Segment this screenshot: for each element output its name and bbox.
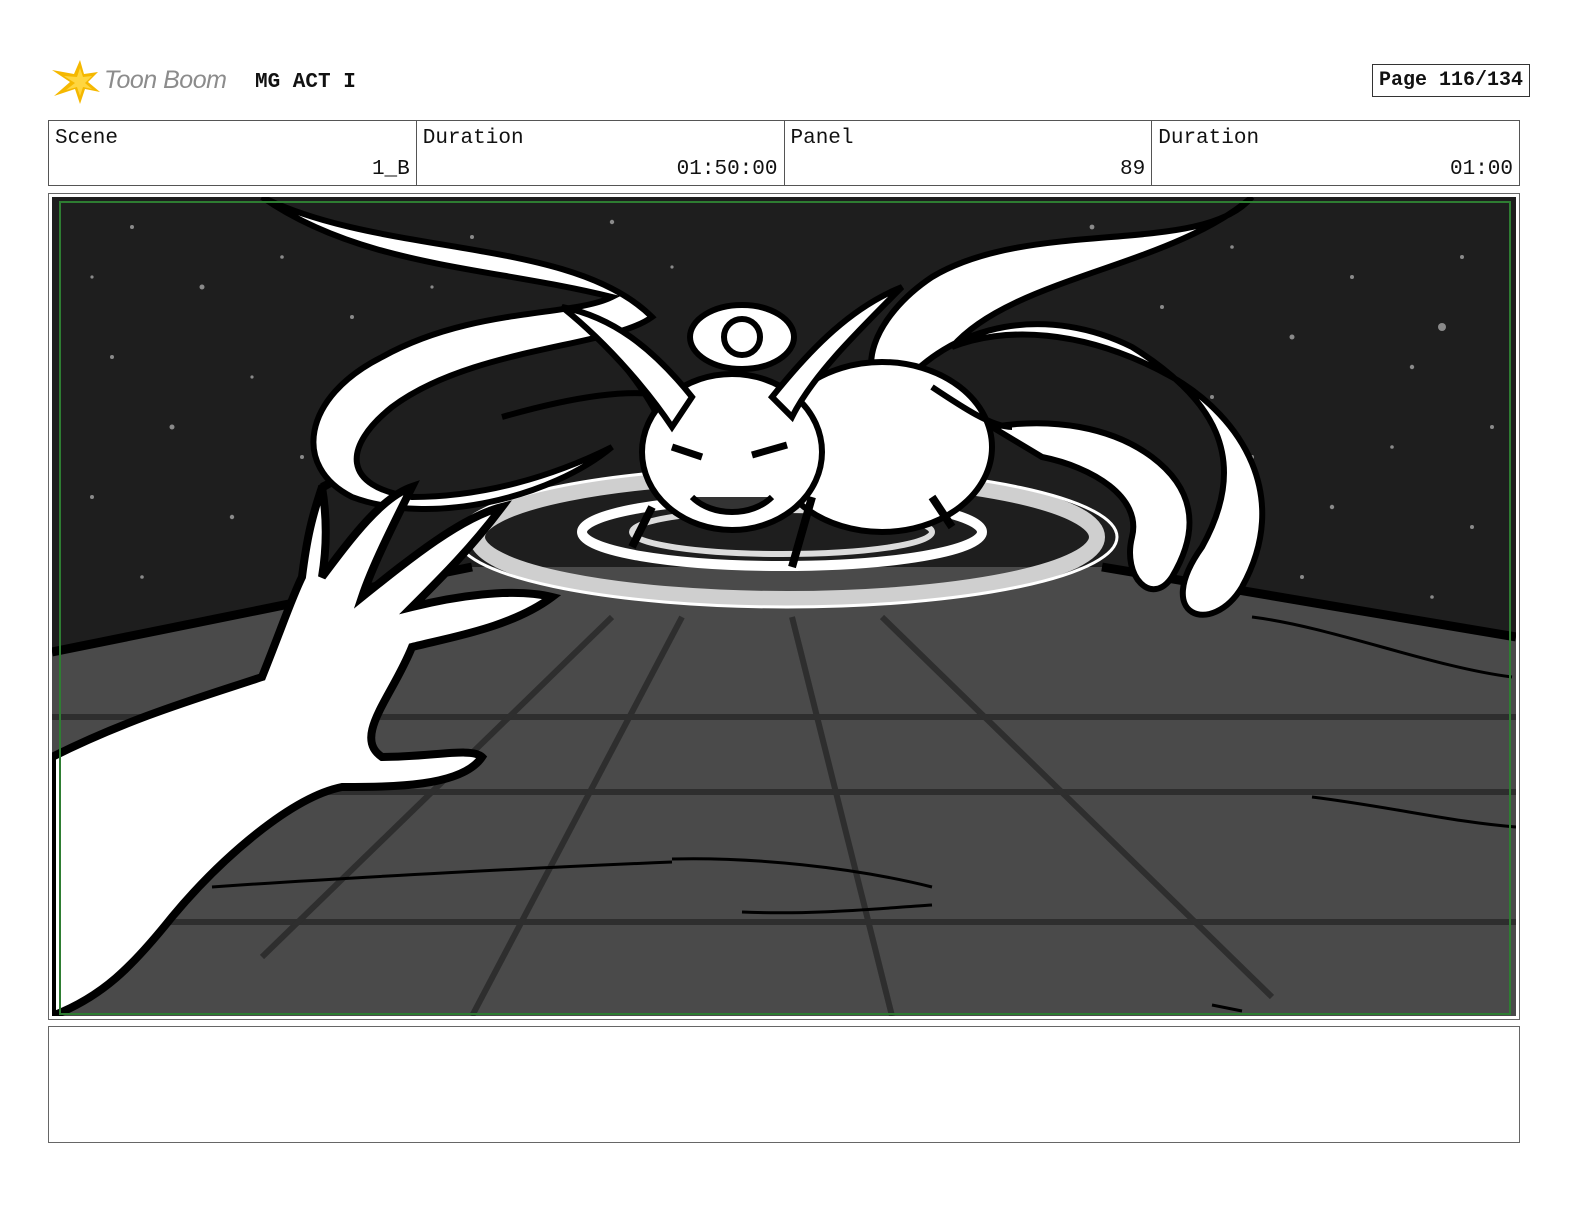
page-number-box: Page 116/134: [1371, 64, 1530, 97]
project-title: MG ACT I: [255, 71, 356, 94]
panel-duration-cell: Duration 01:00: [1152, 121, 1519, 185]
toon-boom-star-icon: [52, 60, 100, 104]
scene-label: Scene: [55, 127, 119, 150]
scene-info-table: Scene 1_B Duration 01:50:00 Panel 89 Dur…: [48, 120, 1520, 186]
logo-wordmark: Toon Boom: [104, 66, 227, 94]
scene-cell: Scene 1_B: [49, 121, 417, 185]
scene-duration-value: 01:50:00: [676, 158, 778, 181]
panel-notes-box: [48, 1026, 1520, 1143]
scene-duration-cell: Duration 01:50:00: [417, 121, 785, 185]
panel-duration-value: 01:00: [1449, 158, 1513, 181]
page-number: Page 116/134: [1378, 69, 1523, 92]
panel-label: Panel: [790, 127, 854, 150]
storyboard-header: Toon Boom MG ACT I Page 116/134: [50, 56, 1530, 108]
scene-value: 1_B: [371, 158, 410, 181]
panel-value: 89: [1120, 158, 1146, 181]
panel-artwork: [52, 197, 1516, 1016]
scene-duration-label: Duration: [422, 127, 524, 150]
toon-boom-logo: Toon Boom: [50, 56, 240, 108]
storyboard-panel: [48, 193, 1520, 1020]
panel-duration-label: Duration: [1158, 127, 1260, 150]
panel-cell: Panel 89: [785, 121, 1153, 185]
